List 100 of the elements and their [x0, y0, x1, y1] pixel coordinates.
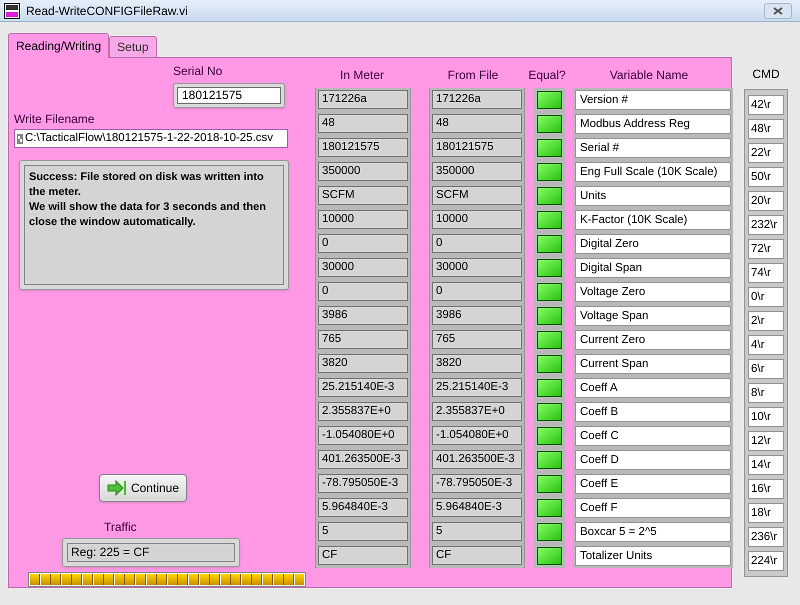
from-file-value: 25.215140E-3 [432, 378, 522, 397]
variable-name-field: Current Zero [575, 330, 731, 350]
column-header: From File [446, 67, 500, 84]
in-meter-value: 0 [318, 234, 408, 253]
cmd-field: 42\r [748, 95, 784, 115]
in-meter-value: 3820 [318, 354, 408, 373]
from-file-value: CF [432, 546, 522, 565]
serial-no-field[interactable]: 180121575 [173, 83, 285, 108]
from-file-value: 5.964840E-3 [432, 498, 522, 517]
from-file-value: 0 [432, 282, 522, 301]
window-title: Read-WriteCONFIGFileRaw.vi [26, 2, 188, 20]
variable-name-field: Current Span [575, 354, 731, 374]
in-meter-value: 3986 [318, 306, 408, 325]
variable-name-field: K-Factor (10K Scale) [575, 210, 731, 230]
from-file-value: 0 [432, 234, 522, 253]
from-file-value: 3986 [432, 306, 522, 325]
from-file-value: 2.355837E+0 [432, 402, 522, 421]
cmd-field: 4\r [748, 335, 784, 355]
in-meter-value: 30000 [318, 258, 408, 277]
in-meter-value: 48 [318, 114, 408, 133]
in-meter-value: CF [318, 546, 408, 565]
cmd-field: 14\r [748, 455, 784, 475]
in-meter-value: 0 [318, 282, 408, 301]
filename-field[interactable]: C:\TacticalFlow\180121575-1-22-2018-10-25.csv [14, 129, 288, 148]
in-meter-value: 25.215140E-3 [318, 378, 408, 397]
traffic-label: Traffic [104, 519, 138, 536]
from-file-value: 48 [432, 114, 522, 133]
variable-name-field: Units [575, 186, 731, 206]
in-meter-value: -78.795050E-3 [318, 474, 408, 493]
variable-name-field: Coeff B [575, 402, 731, 422]
variable-name-field: Coeff D [575, 450, 731, 470]
cmd-field: 8\r [748, 383, 784, 403]
cmd-field: 12\r [748, 431, 784, 451]
from-file-value: 401.263500E-3 [432, 450, 522, 469]
from-file-value: 765 [432, 330, 522, 349]
cmd-field: 10\r [748, 407, 784, 427]
in-meter-value: 5.964840E-3 [318, 498, 408, 517]
cmd-field: 2\r [748, 311, 784, 331]
serial-no-label: Serial No [173, 63, 224, 80]
variable-name-field: Boxcar 5 = 2^5 [575, 522, 731, 542]
from-file-value: 171226a [432, 90, 522, 109]
from-file-value: -78.795050E-3 [432, 474, 522, 493]
in-meter-value: 10000 [318, 210, 408, 229]
app-icon [4, 2, 20, 18]
variable-name-field: Version # [575, 90, 731, 110]
variable-name-field: Digital Span [575, 258, 731, 278]
cmd-field: 224\r [748, 551, 784, 571]
from-file-value: 350000 [432, 162, 522, 181]
in-meter-value: 5 [318, 522, 408, 541]
in-meter-value: SCFM [318, 186, 408, 205]
in-meter-value: 401.263500E-3 [318, 450, 408, 469]
cmd-field: 48\r [748, 119, 784, 139]
in-meter-value: -1.054080E+0 [318, 426, 408, 445]
cmd-field: 6\r [748, 359, 784, 379]
variable-name-field: Digital Zero [575, 234, 731, 254]
variable-name-field: Coeff C [575, 426, 731, 446]
variable-name-field: Coeff E [575, 474, 731, 494]
column-header: Variable Name [608, 67, 690, 84]
from-file-value: 180121575 [432, 138, 522, 157]
from-file-value: 10000 [432, 210, 522, 229]
continue-button[interactable]: Continue [99, 474, 187, 502]
traffic-field: Reg: 225 = CF [62, 538, 240, 568]
column-header: Equal? [527, 67, 567, 84]
in-meter-value: 180121575 [318, 138, 408, 157]
variable-name-field: Totalizer Units [575, 546, 731, 566]
column-header: In Meter [338, 67, 385, 84]
from-file-value: 3820 [432, 354, 522, 373]
close-button[interactable] [764, 2, 792, 18]
column-header: CMD [752, 66, 780, 83]
from-file-value: SCFM [432, 186, 522, 205]
variable-name-field: Eng Full Scale (10K Scale) [575, 162, 731, 182]
cmd-field: 236\r [748, 527, 784, 547]
message-box: Success: File stored on disk was written into the meter. We will show the data for 3 seconds and then close the window automatically. [19, 160, 289, 290]
arrow-icon [106, 480, 127, 496]
cmd-field: 72\r [748, 239, 784, 259]
variable-name-field: Modbus Address Reg [575, 114, 731, 134]
close-icon [773, 6, 783, 14]
path-icon [17, 134, 23, 144]
cmd-field: 232\r [748, 215, 784, 235]
cmd-field: 22\r [748, 143, 784, 163]
in-meter-value: 171226a [318, 90, 408, 109]
variable-name-field: Voltage Span [575, 306, 731, 326]
tab[interactable]: Reading/Writing [8, 33, 110, 58]
cmd-field: 0\r [748, 287, 784, 307]
cmd-field: 16\r [748, 479, 784, 499]
cmd-field: 74\r [748, 263, 784, 283]
cmd-field: 50\r [748, 167, 784, 187]
cmd-field: 18\r [748, 503, 784, 523]
variable-name-field: Coeff F [575, 498, 731, 518]
in-meter-value: 2.355837E+0 [318, 402, 408, 421]
write-filename-label: Write Filename [14, 111, 96, 128]
from-file-value: -1.054080E+0 [432, 426, 522, 445]
variable-name-field: Coeff A [575, 378, 731, 398]
from-file-value: 5 [432, 522, 522, 541]
cmd-field: 20\r [748, 191, 784, 211]
variable-name-field: Voltage Zero [575, 282, 731, 302]
in-meter-value: 765 [318, 330, 408, 349]
in-meter-value: 350000 [318, 162, 408, 181]
from-file-value: 30000 [432, 258, 522, 277]
tab[interactable]: Setup [109, 36, 157, 57]
